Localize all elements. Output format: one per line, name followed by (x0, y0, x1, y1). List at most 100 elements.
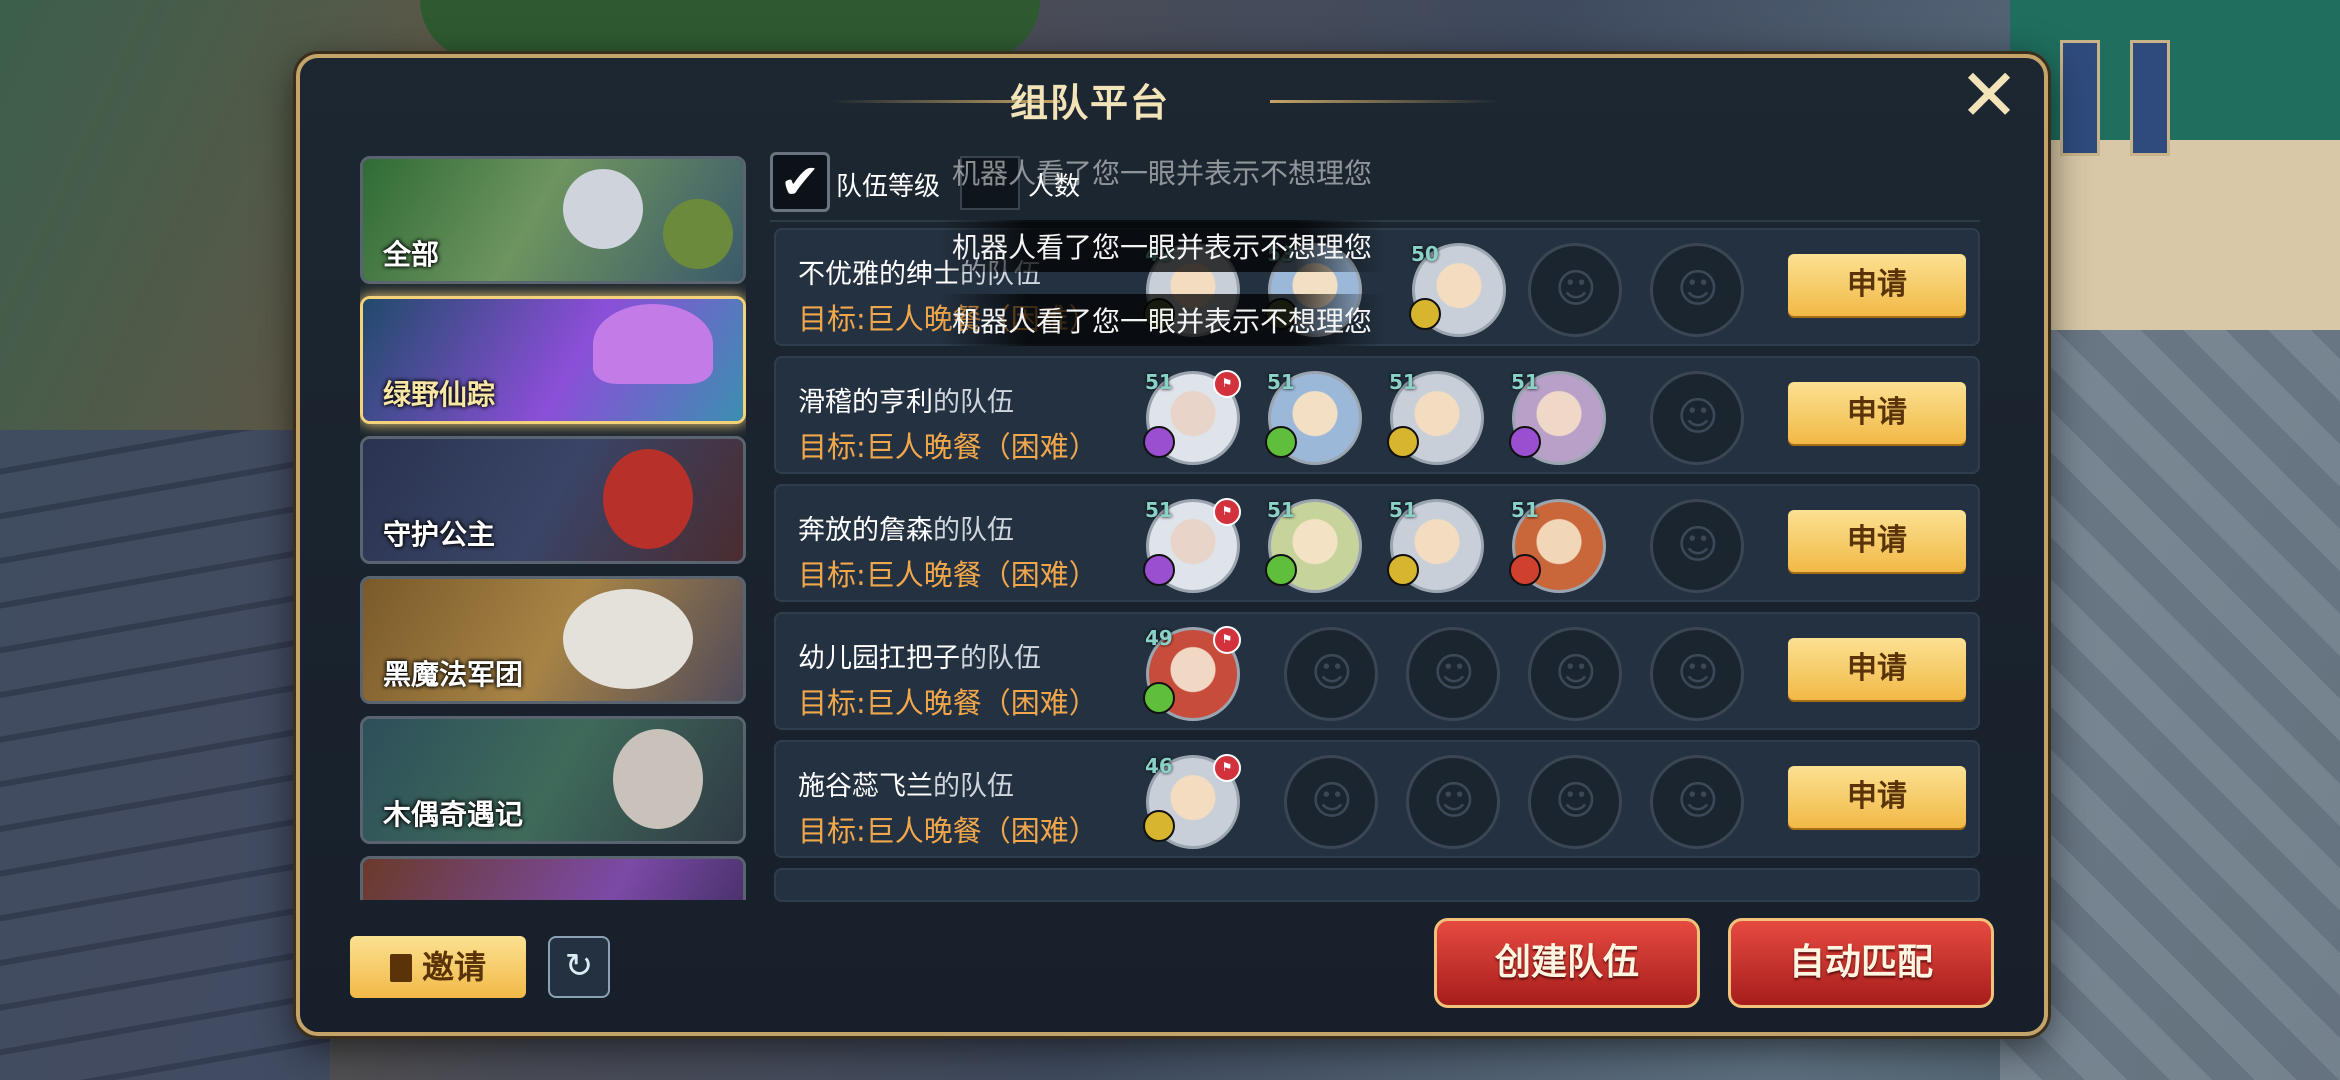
category-label: 绿野仙踪 (383, 378, 496, 411)
person-icon: ☺ (1555, 778, 1597, 824)
person-icon: ☺ (1677, 778, 1719, 824)
team-level-label: 队伍等级 (836, 172, 941, 202)
person-icon: ☺ (1677, 394, 1719, 440)
checkmark-icon: ✔ (779, 154, 821, 210)
class-icon (1509, 426, 1541, 458)
member-avatar[interactable]: 51 (1387, 498, 1484, 593)
member-avatar[interactable]: 51 (1265, 498, 1362, 593)
class-icon (1143, 426, 1175, 458)
empty-slot: ☺ (1406, 755, 1500, 849)
category-item-pinocchio[interactable]: 木偶奇遇记 (360, 716, 746, 844)
member-avatar[interactable]: 46 ⚑ (1143, 754, 1241, 849)
title-ornament-right (1270, 100, 1500, 103)
close-icon: ✕ (1958, 53, 2020, 137)
apply-button[interactable]: 申请 (1788, 766, 1966, 828)
empty-slot: ☺ (1650, 371, 1744, 465)
team-row: 滑稽的亨利的队伍 目标:巨人晚餐（困难） 51 ⚑ 51 51 51 ☺ 申请 (774, 356, 1980, 474)
member-avatar[interactable]: 51 (1265, 370, 1362, 465)
leader-flag-icon: ⚑ (1213, 754, 1241, 782)
empty-slot: ☺ (1528, 243, 1622, 337)
toast-message: 机器人看了您一眼并表示不想理您 (952, 157, 1373, 190)
background-banner (2060, 40, 2100, 156)
empty-slot: ☺ (1284, 755, 1378, 849)
person-icon: ☺ (1311, 650, 1353, 696)
team-row: 施谷蕊飞兰的队伍 目标:巨人晚餐（困难） 46 ⚑ ☺ ☺ ☺ ☺ 申请 (774, 740, 1980, 858)
empty-slot: ☺ (1528, 627, 1622, 721)
leader-flag-icon: ⚑ (1213, 370, 1241, 398)
member-avatar[interactable]: 51 (1509, 370, 1606, 465)
person-icon: ☺ (1433, 778, 1475, 824)
team-name: 奔放的詹森的队伍 (798, 515, 1014, 546)
person-icon: ☺ (1677, 650, 1719, 696)
team-goal: 目标:巨人晚餐（困难） (798, 558, 1098, 592)
team-goal: 目标:巨人晚餐（困难） (798, 430, 1098, 464)
close-button[interactable]: ✕ (1954, 59, 2024, 131)
member-avatar[interactable]: 51 ⚑ (1143, 370, 1241, 465)
category-item-guard-princess[interactable]: 守护公主 (360, 436, 746, 564)
person-icon: ☺ (1311, 778, 1353, 824)
team-name: 施谷蕊飞兰的队伍 (798, 771, 1014, 802)
apply-button[interactable]: 申请 (1788, 254, 1966, 316)
background-tree (420, 0, 1040, 60)
category-character (603, 449, 693, 549)
class-icon (1143, 810, 1175, 842)
refresh-icon: ↻ (564, 946, 594, 986)
person-icon: ☺ (1677, 266, 1719, 312)
team-goal: 目标:巨人晚餐（困难） (798, 686, 1098, 720)
category-item-more[interactable] (360, 856, 746, 900)
team-row: 奔放的詹森的队伍 目标:巨人晚餐（困难） 51 ⚑ 51 51 51 ☺ 申请 (774, 484, 1980, 602)
category-label: 守护公主 (383, 518, 496, 551)
team-name: 幼儿园扛把子的队伍 (798, 643, 1041, 674)
class-icon (1409, 298, 1441, 330)
team-goal: 目标:巨人晚餐（困难） (798, 814, 1098, 848)
team-name: 滑稽的亨利的队伍 (798, 387, 1014, 418)
class-icon (1387, 554, 1419, 586)
category-character (563, 169, 643, 249)
document-icon (389, 954, 412, 982)
class-icon (1143, 554, 1175, 586)
toast-message: 机器人看了您一眼并表示不想理您 (940, 294, 1385, 346)
category-character (613, 729, 703, 829)
apply-button[interactable]: 申请 (1788, 510, 1966, 572)
person-icon: ☺ (1555, 650, 1597, 696)
category-label: 黑魔法军团 (383, 658, 524, 691)
category-art (363, 859, 743, 900)
apply-button[interactable]: 申请 (1788, 638, 1966, 700)
empty-slot: ☺ (1650, 243, 1744, 337)
background-banner (2130, 40, 2170, 156)
category-label: 木偶奇遇记 (383, 798, 524, 831)
member-avatar[interactable]: 50 (1409, 242, 1506, 337)
empty-slot: ☺ (1650, 499, 1744, 593)
create-team-button[interactable]: 创建队伍 (1434, 918, 1700, 1008)
category-character (563, 589, 693, 689)
category-label: 全部 (383, 238, 440, 271)
invite-button[interactable]: 邀请 (350, 936, 526, 998)
category-item-dark-magic-legion[interactable]: 黑魔法军团 (360, 576, 746, 704)
member-avatar[interactable]: 49 ⚑ (1143, 626, 1241, 721)
person-icon: ☺ (1433, 650, 1475, 696)
category-list[interactable]: 全部 绿野仙踪 守护公主 黑魔法军团 木偶奇遇记 (360, 156, 746, 900)
invite-label: 邀请 (421, 948, 486, 986)
person-icon: ☺ (1555, 266, 1597, 312)
background-cobblestone (2000, 330, 2340, 1080)
leader-flag-icon: ⚑ (1213, 626, 1241, 654)
empty-slot: ☺ (1528, 755, 1622, 849)
refresh-button[interactable]: ↻ (548, 936, 610, 998)
class-icon (1387, 426, 1419, 458)
category-item-oz[interactable]: 绿野仙踪 (360, 296, 746, 424)
person-icon: ☺ (1677, 522, 1719, 568)
empty-slot: ☺ (1406, 627, 1500, 721)
dialog-title: 组队平台 (1009, 81, 1170, 125)
category-character (663, 199, 733, 269)
team-level-checkbox[interactable]: ✔ (770, 152, 830, 212)
empty-slot: ☺ (1650, 627, 1744, 721)
category-mushroom-house (593, 304, 713, 384)
auto-match-button[interactable]: 自动匹配 (1728, 918, 1994, 1008)
category-item-all[interactable]: 全部 (360, 156, 746, 284)
apply-button[interactable]: 申请 (1788, 382, 1966, 444)
member-avatar[interactable]: 51 (1387, 370, 1484, 465)
team-row-partial (774, 868, 1980, 902)
empty-slot: ☺ (1650, 755, 1744, 849)
member-avatar[interactable]: 51 ⚑ (1143, 498, 1241, 593)
member-avatar[interactable]: 51 (1509, 498, 1606, 593)
